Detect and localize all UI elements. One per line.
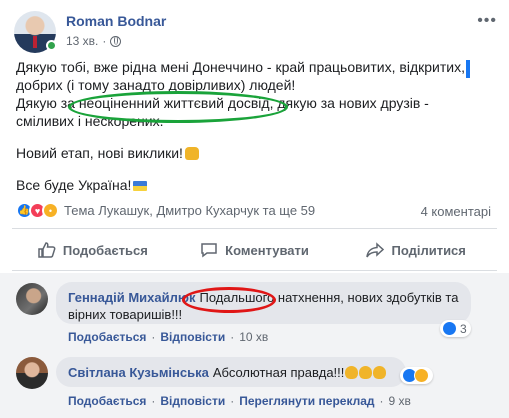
wow-reaction-icon: • — [42, 202, 59, 219]
clap-emoji-icon — [359, 366, 373, 379]
post-author-name[interactable]: Roman Bodnar — [66, 13, 166, 29]
more-horizontal-icon[interactable]: ••• — [477, 12, 497, 30]
share-button-label: Поділитися — [391, 242, 466, 258]
globe-icon[interactable] — [110, 35, 122, 47]
post-time[interactable]: 13 хв. — [66, 34, 98, 48]
comments-count[interactable]: 4 коментарі — [421, 204, 491, 219]
annotation-ellipse-red — [182, 287, 276, 313]
clap-emoji-icon — [345, 366, 359, 379]
comment-icon — [201, 243, 217, 258]
annotation-ellipse-green — [68, 91, 288, 123]
commenter-avatar[interactable] — [16, 283, 48, 315]
comment-bubble: Світлана Кузьмінська Абсолютная правда!!! — [56, 357, 406, 387]
commenter-name[interactable]: Світлана Кузьмінська — [68, 365, 209, 380]
reactions-summary[interactable]: 👍 ♥ • Тема Лукашук, Дмитро Кухарчук та щ… — [16, 202, 315, 219]
ukraine-flag-icon — [133, 181, 148, 191]
comment-reply-link[interactable]: Відповісти — [160, 330, 225, 344]
thumbs-up-icon — [38, 242, 56, 258]
haha-reaction-icon — [414, 368, 429, 383]
post-text: Дякую тобі, вже рідна мені Донеччино - к… — [16, 58, 486, 194]
text-selection-cursor — [466, 60, 470, 78]
post-paragraph-2: Новий етап, нові виклики! — [16, 144, 486, 162]
comment-reply-link[interactable]: Відповісти — [160, 394, 225, 408]
comment-button-label: Коментувати — [225, 242, 309, 258]
comment-actions: Подобається · Відповісти · 10 хв — [68, 330, 269, 344]
facebook-post: Roman Bodnar 13 хв. · ••• Дякую тобі, вж… — [0, 0, 509, 418]
commenter-avatar[interactable] — [16, 357, 48, 389]
post-meta: 13 хв. · — [66, 34, 122, 48]
divider — [12, 270, 497, 271]
comment-actions: Подобається · Відповісти · Переглянути п… — [68, 394, 411, 408]
comment-like-link[interactable]: Подобається — [68, 394, 146, 408]
comment-reactions[interactable]: 3 — [440, 320, 471, 337]
like-reaction-icon — [442, 321, 457, 336]
reactions-names[interactable]: Тема Лукашук, Дмитро Кухарчук та ще 59 — [64, 203, 315, 218]
like-button-label: Подобається — [62, 242, 148, 258]
post-paragraph-1: Дякую тобі, вже рідна мені Донеччино - к… — [16, 59, 465, 129]
comment-text: Абсолютная правда!!! — [212, 365, 345, 380]
comment-like-link[interactable]: Подобається — [68, 330, 146, 344]
divider — [12, 228, 497, 229]
comment-time[interactable]: 10 хв — [239, 330, 268, 344]
comment-button[interactable]: Коментувати — [174, 232, 336, 268]
comment-reactions[interactable] — [400, 367, 433, 384]
commenter-name[interactable]: Геннадій Михайлюк — [68, 290, 195, 305]
share-button[interactable]: Поділитися — [335, 232, 497, 268]
comment-reaction-count: 3 — [460, 321, 467, 336]
translate-link[interactable]: Переглянути переклад — [239, 394, 374, 408]
online-status-dot — [46, 40, 57, 51]
post-paragraph-3: Все буде Україна! — [16, 176, 486, 194]
comment-time[interactable]: 9 хв — [389, 394, 411, 408]
like-button[interactable]: Подобається — [12, 232, 174, 268]
post-actions-bar: Подобається Коментувати Поділитися — [12, 232, 497, 268]
share-icon — [366, 242, 385, 258]
fist-emoji-icon — [184, 147, 199, 160]
clap-emoji-icon — [373, 366, 387, 379]
